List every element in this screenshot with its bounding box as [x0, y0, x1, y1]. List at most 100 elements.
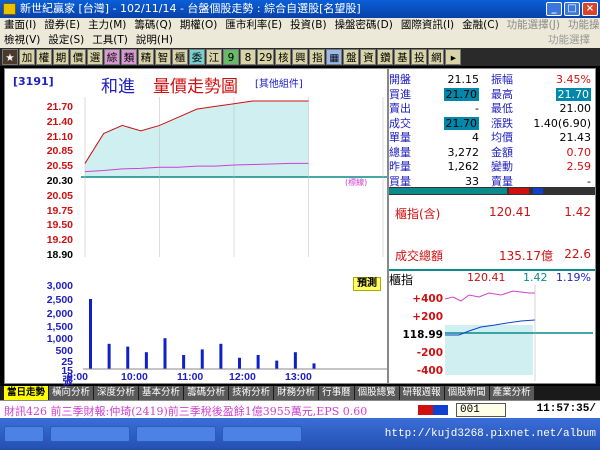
- volume-bar: [107, 343, 111, 369]
- analysis-tab[interactable]: 橫向分析: [49, 386, 94, 400]
- time-axis-label: 9:00: [67, 371, 89, 383]
- menu-item[interactable]: 國際資訊(I): [397, 18, 458, 33]
- otc-index-chart[interactable]: 櫃指 120.41 1.42 1.19% +400 +200 118.99 -200 -…: [389, 269, 595, 383]
- volume-axis-label: 1,500: [46, 321, 73, 333]
- quote-row: 總量 3,272 金額 0.70: [389, 146, 595, 159]
- toolbar-button[interactable]: 綜: [104, 49, 120, 65]
- toolbar-button[interactable]: 鑽: [377, 49, 394, 65]
- toolbar-button[interactable]: 精: [138, 49, 154, 65]
- volume-chart[interactable]: [83, 283, 391, 371]
- toolbar-button[interactable]: 盤: [343, 49, 360, 65]
- toolbar-button[interactable]: 價: [70, 49, 86, 65]
- volume-bar: [275, 360, 279, 369]
- toolbar-button[interactable]: 基: [394, 49, 411, 65]
- toolbar-button[interactable]: 29: [257, 49, 275, 65]
- analysis-tab[interactable]: 研報週報: [399, 386, 444, 400]
- forecast-button[interactable]: 預測: [353, 277, 381, 291]
- menu-item[interactable]: 功能操作(W): [564, 18, 600, 33]
- menu-item[interactable]: 籌碼(Q): [130, 18, 175, 33]
- index-axis-label: 118.99: [402, 329, 443, 341]
- taskbar-item[interactable]: [136, 426, 216, 442]
- volume-axis-label: 3,000: [46, 280, 73, 292]
- toolbar-button[interactable]: 8: [240, 49, 256, 65]
- toolbar-button[interactable]: 權: [36, 49, 52, 65]
- quote-row: 成交 21.70 漲跌 1.40(6.90): [389, 116, 595, 130]
- toolbar-button[interactable]: ★: [2, 49, 18, 65]
- index-chart-change: 1.42: [523, 271, 548, 284]
- taskbar-item[interactable]: [222, 426, 302, 442]
- toolbar-button[interactable]: 江: [206, 49, 222, 65]
- analysis-tab[interactable]: 當日走勢: [4, 386, 49, 400]
- ticker-text[interactable]: 財訊426 前三季財報:仲琦(2419)前三季稅後盈餘1億3955萬元,EPS …: [4, 403, 414, 419]
- toolbar-button[interactable]: 網: [428, 49, 445, 65]
- analysis-tab[interactable]: 深度分析: [94, 386, 139, 400]
- toolbar-button[interactable]: ▦: [326, 49, 343, 65]
- mark-line-note: (標線): [345, 178, 368, 187]
- stock-code[interactable]: [3191]: [13, 75, 54, 88]
- analysis-tab[interactable]: 行事曆: [319, 386, 354, 400]
- menu-item[interactable]: 證券(E): [40, 18, 84, 33]
- index-axis-label: -200: [416, 347, 443, 359]
- analysis-tab[interactable]: 個股新聞: [444, 386, 489, 400]
- volume-bar: [182, 355, 186, 369]
- start-button[interactable]: [4, 426, 44, 442]
- toolbar-button[interactable]: 加: [19, 49, 35, 65]
- volume-axis-label: 2,500: [46, 294, 73, 306]
- quote-value-2: 21.00: [559, 102, 592, 115]
- volume-bar: [312, 363, 316, 369]
- price-axis-label: 20.85: [46, 145, 73, 158]
- menu-function-select[interactable]: 功能選擇: [544, 33, 594, 48]
- analysis-tab[interactable]: 財務分析: [274, 386, 319, 400]
- toolbar-button[interactable]: 核: [275, 49, 292, 65]
- toolbar-button[interactable]: 投: [411, 49, 428, 65]
- close-button[interactable]: ×: [582, 2, 598, 16]
- toolbar-button[interactable]: 智: [155, 49, 171, 65]
- quote-value: 21.70: [443, 116, 479, 130]
- analysis-tab[interactable]: 個股總覽: [354, 386, 399, 400]
- menu-item[interactable]: 投資(B): [286, 18, 330, 33]
- menu-item[interactable]: 功能選擇(J): [503, 18, 564, 33]
- otc-index-label: 櫃指(含): [395, 207, 441, 221]
- menu-item[interactable]: 畫面(I): [0, 18, 40, 33]
- toolbar-button[interactable]: 資: [360, 49, 377, 65]
- toolbar-button[interactable]: 選: [87, 49, 103, 65]
- menu-item[interactable]: 期權(O): [176, 18, 221, 33]
- time-axis-label: 10:00: [121, 371, 148, 383]
- taskbar-item[interactable]: [50, 426, 130, 442]
- quote-label-2: 漲跌: [491, 116, 513, 130]
- maximize-button[interactable]: □: [564, 2, 580, 16]
- menu-item[interactable]: 操盤密碼(D): [331, 18, 397, 33]
- toolbar-button[interactable]: 指: [309, 49, 326, 65]
- minimize-button[interactable]: _: [546, 2, 562, 16]
- quote-label: 成交: [389, 116, 411, 130]
- toolbar-button[interactable]: 9: [223, 49, 239, 65]
- volume-bar: [219, 343, 223, 369]
- toolbar-button[interactable]: ▸: [445, 49, 462, 65]
- price-axis-label: 20.05: [46, 189, 73, 202]
- analysis-tab[interactable]: 基本分析: [139, 386, 184, 400]
- analysis-tab[interactable]: 籌碼分析: [184, 386, 229, 400]
- menu-item[interactable]: 檢視(V): [0, 33, 44, 48]
- watermark-url: http://kujd3268.pixnet.net/album: [384, 428, 596, 440]
- other-components-link[interactable]: [其他組件]: [255, 75, 303, 90]
- otc-index-change: 1.42: [564, 205, 591, 219]
- code-input[interactable]: 001: [456, 403, 506, 417]
- toolbar-button[interactable]: 委: [189, 49, 205, 65]
- toolbar-button[interactable]: 興: [292, 49, 309, 65]
- menu-item[interactable]: 工具(T): [88, 33, 132, 48]
- chart-title: 量價走勢圖: [153, 77, 238, 97]
- window-title-bar: 新世紀贏家 [台灣] - 102/11/14 - 台盤個股走勢 : 綜合自選股[…: [0, 0, 600, 18]
- price-chart[interactable]: [81, 97, 387, 257]
- menu-item[interactable]: 設定(S): [44, 33, 88, 48]
- toolbar-button[interactable]: 期: [53, 49, 69, 65]
- analysis-tab[interactable]: 技術分析: [229, 386, 274, 400]
- toolbar-button[interactable]: 櫃: [172, 49, 188, 65]
- volume-axis-label: 2,000: [46, 308, 73, 320]
- menu-item[interactable]: 說明(H): [132, 33, 177, 48]
- menu-item[interactable]: 金融(C): [458, 18, 503, 33]
- analysis-tab[interactable]: 產業分析: [489, 386, 534, 400]
- menu-item[interactable]: 主力(M): [84, 18, 130, 33]
- quote-row: 賣出 - 最低 21.00: [389, 102, 595, 115]
- toolbar-button[interactable]: 類: [121, 49, 137, 65]
- menu-item[interactable]: 匯市利率(E): [221, 18, 286, 33]
